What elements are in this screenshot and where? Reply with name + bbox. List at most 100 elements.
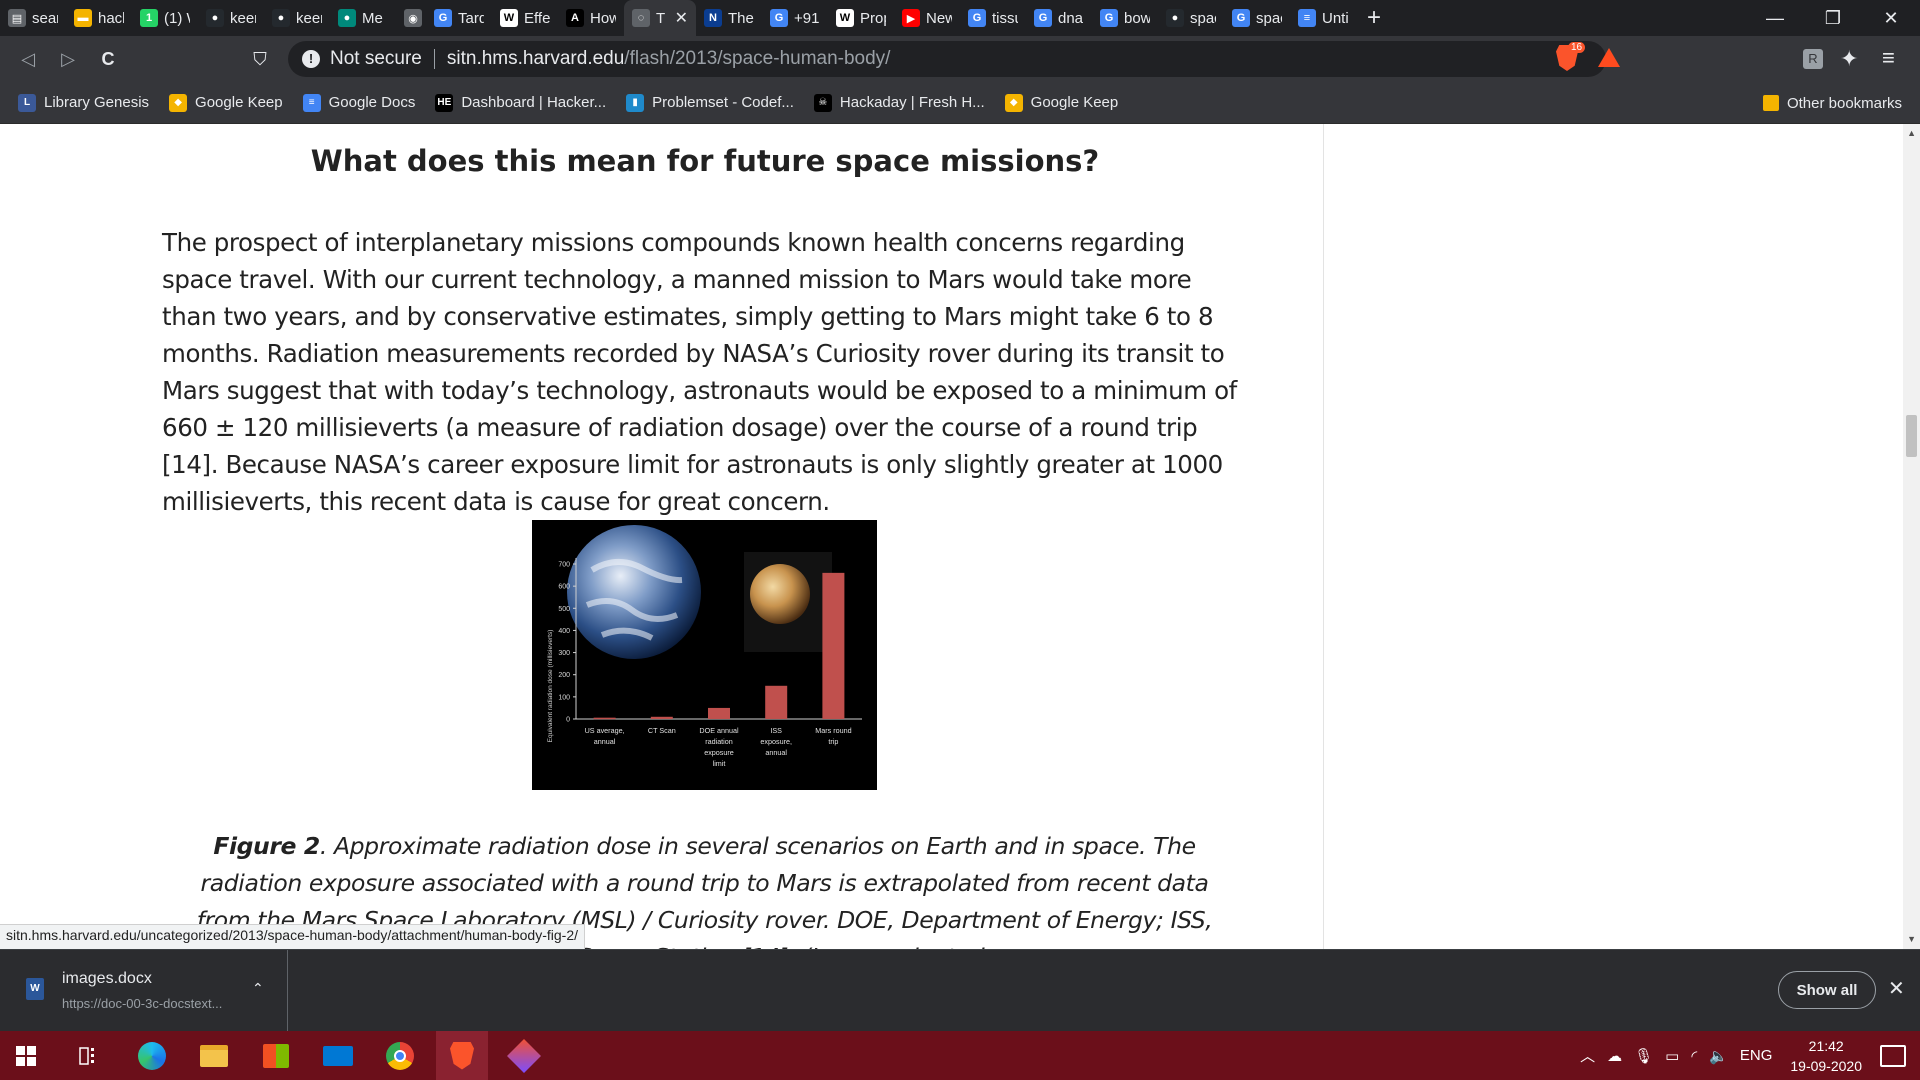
action-center-icon[interactable]	[1880, 1044, 1906, 1067]
browser-tab[interactable]: ◌ Th ✕	[624, 0, 696, 36]
y-tick-label: 700	[558, 562, 570, 569]
restore-button[interactable]: ❐	[1804, 0, 1862, 36]
x-tick-label: exposure,	[760, 737, 792, 746]
browser-tab[interactable]: W Propri	[828, 0, 894, 36]
security-label: Not secure	[330, 48, 422, 69]
tray-chevron-up-icon[interactable]: ︿	[1580, 1045, 1595, 1066]
chevron-up-icon[interactable]: ⌃	[252, 980, 264, 997]
bookmark-item[interactable]: ◆ Google Keep	[1004, 93, 1119, 112]
forward-button[interactable]: ▷	[48, 39, 88, 79]
tab-title: tissue	[992, 9, 1018, 27]
bookmark-item[interactable]: ☠ Hackaday | Fresh H...	[813, 93, 985, 112]
tab-title: space	[1190, 9, 1216, 27]
browser-tab[interactable]: W Effect	[492, 0, 558, 36]
close-window-button[interactable]: ✕	[1862, 0, 1920, 36]
tab-title: +91 9	[794, 9, 820, 27]
minimize-button[interactable]: —	[1746, 0, 1804, 36]
volume-icon[interactable]: 🔈	[1709, 1047, 1728, 1065]
window-controls: — ❐ ✕	[1746, 0, 1920, 36]
tab-favicon-icon: G	[1034, 9, 1052, 27]
scrollbar-thumb[interactable]	[1906, 415, 1917, 457]
bookmark-item[interactable]: ◆ Google Keep	[169, 93, 283, 112]
show-all-downloads-button[interactable]: Show all	[1778, 971, 1876, 1009]
language-indicator[interactable]: ENG	[1740, 1047, 1773, 1064]
new-tab-button[interactable]: +	[1356, 4, 1392, 32]
page-scrollbar[interactable]: ▲ ▼	[1903, 124, 1920, 949]
browser-tab[interactable]: G Tardig	[426, 0, 492, 36]
tab-title: Me	[362, 9, 383, 27]
not-secure-icon[interactable]: !	[302, 50, 320, 68]
bookmark-item[interactable]: HE Dashboard | Hacker...	[435, 93, 606, 112]
address-bar[interactable]: ! Not secure sitn.hms.harvard.edu/flash/…	[288, 41, 1606, 77]
extensions-puzzle-icon[interactable]: ✦	[1840, 46, 1858, 72]
browser-tab[interactable]: ▬ hacka	[66, 0, 132, 36]
taskbar-clock[interactable]: 21:42 19-09-2020	[1790, 1036, 1862, 1076]
windows-start-icon[interactable]	[0, 1031, 52, 1080]
chrome-icon[interactable]	[374, 1031, 426, 1080]
microphone-icon[interactable]: 🎙	[1634, 1047, 1653, 1065]
brave-browser-icon[interactable]	[436, 1031, 488, 1080]
browser-tab[interactable]: ● keerth	[198, 0, 264, 36]
browser-tab[interactable]: ▤ seanh	[0, 0, 66, 36]
browser-menu-icon[interactable]: ≡	[1882, 45, 1895, 71]
tab-favicon-icon: G	[1232, 9, 1250, 27]
browser-tab[interactable]: Gbow o	[1092, 0, 1158, 36]
extension-icon[interactable]: R	[1803, 49, 1823, 69]
scroll-down-arrow[interactable]: ▼	[1907, 934, 1916, 944]
bookmark-label: Google Keep	[1030, 94, 1119, 111]
mars-image	[750, 564, 810, 624]
tab-favicon-icon: ◉	[404, 9, 422, 27]
browser-tab[interactable]: A How d	[558, 0, 624, 36]
close-tab-icon[interactable]: ✕	[675, 8, 688, 28]
git-app-icon[interactable]	[498, 1031, 550, 1080]
tab-title: seanh	[32, 9, 58, 27]
figure-2-image[interactable]: 0 100 200 300 400 500 600 700 US average, annual C…	[532, 520, 877, 790]
browser-tab[interactable]: G +91 9	[762, 0, 828, 36]
microsoft-store-icon[interactable]	[250, 1031, 302, 1080]
windows-taskbar: ︿ ☁ 🎙 ▭ ◜ 🔈 ENG 21:42 19-09-2020	[0, 1031, 1920, 1080]
back-button[interactable]: ◁	[8, 39, 48, 79]
browser-tab[interactable]: ≡ Untitle	[1290, 0, 1356, 36]
browser-tab[interactable]: ● keerth	[264, 0, 330, 36]
radiation-dose-chart: 0 100 200 300 400 500 600 700 US average, annual C…	[547, 525, 862, 768]
y-tick-label: 300	[558, 650, 570, 657]
close-shelf-icon[interactable]: ✕	[1888, 976, 1905, 1001]
file-explorer-icon[interactable]	[188, 1031, 240, 1080]
link-status-bar: sitn.hms.harvard.edu/uncategorized/2013/…	[0, 924, 585, 949]
brave-rewards-icon[interactable]	[1598, 48, 1620, 67]
browser-tab[interactable]: 1 (1) Wh	[132, 0, 198, 36]
y-tick-label: 200	[558, 672, 570, 679]
bookmark-item[interactable]: ▮ Problemset - Codef...	[626, 93, 794, 112]
bookmark-favicon-icon: ◆	[1004, 93, 1023, 112]
bookmark-item[interactable]: ≡ Google Docs	[302, 93, 415, 112]
browser-tab[interactable]: ● space	[1158, 0, 1224, 36]
tab-favicon-icon: ▶	[902, 9, 920, 27]
x-tick-label: radiation	[705, 737, 733, 746]
bookmark-item[interactable]: L Library Genesis	[18, 93, 149, 112]
onedrive-cloud-icon[interactable]: ☁	[1607, 1047, 1622, 1065]
download-file-url: https://doc-00-3c-docstext...	[62, 996, 223, 1011]
browser-tab[interactable]: Gtissue	[960, 0, 1026, 36]
scroll-up-arrow[interactable]: ▲	[1907, 128, 1916, 138]
battery-icon[interactable]: ▭	[1665, 1047, 1679, 1065]
tab-favicon-icon: ●	[272, 9, 290, 27]
bookmark-favicon-icon: ▮	[626, 93, 645, 112]
reload-button[interactable]: C	[88, 39, 128, 79]
browser-tab[interactable]: ◉	[396, 0, 426, 36]
wifi-icon[interactable]: ◜	[1691, 1047, 1697, 1065]
tab-favicon-icon: ●	[206, 9, 224, 27]
other-bookmarks[interactable]: Other bookmarks	[1762, 82, 1902, 124]
browser-tab[interactable]: ▶ New b	[894, 0, 960, 36]
edge-browser-icon[interactable]	[126, 1031, 178, 1080]
browser-tab[interactable]: Gdna -	[1026, 0, 1092, 36]
browser-tab[interactable]: ● Me	[330, 0, 396, 36]
browser-tab[interactable]: N The H	[696, 0, 762, 36]
download-item[interactable]: W images.docx https://doc-00-3c-docstext…	[0, 950, 288, 1032]
browser-tab[interactable]: Gspace	[1224, 0, 1290, 36]
bookmark-page-icon[interactable]: ⛉	[240, 39, 280, 79]
bar	[822, 572, 845, 719]
mail-icon[interactable]	[312, 1031, 364, 1080]
bookmark-favicon-icon: ≡	[302, 93, 321, 112]
task-view-icon[interactable]	[64, 1031, 116, 1080]
tab-title: (1) Wh	[164, 9, 190, 27]
